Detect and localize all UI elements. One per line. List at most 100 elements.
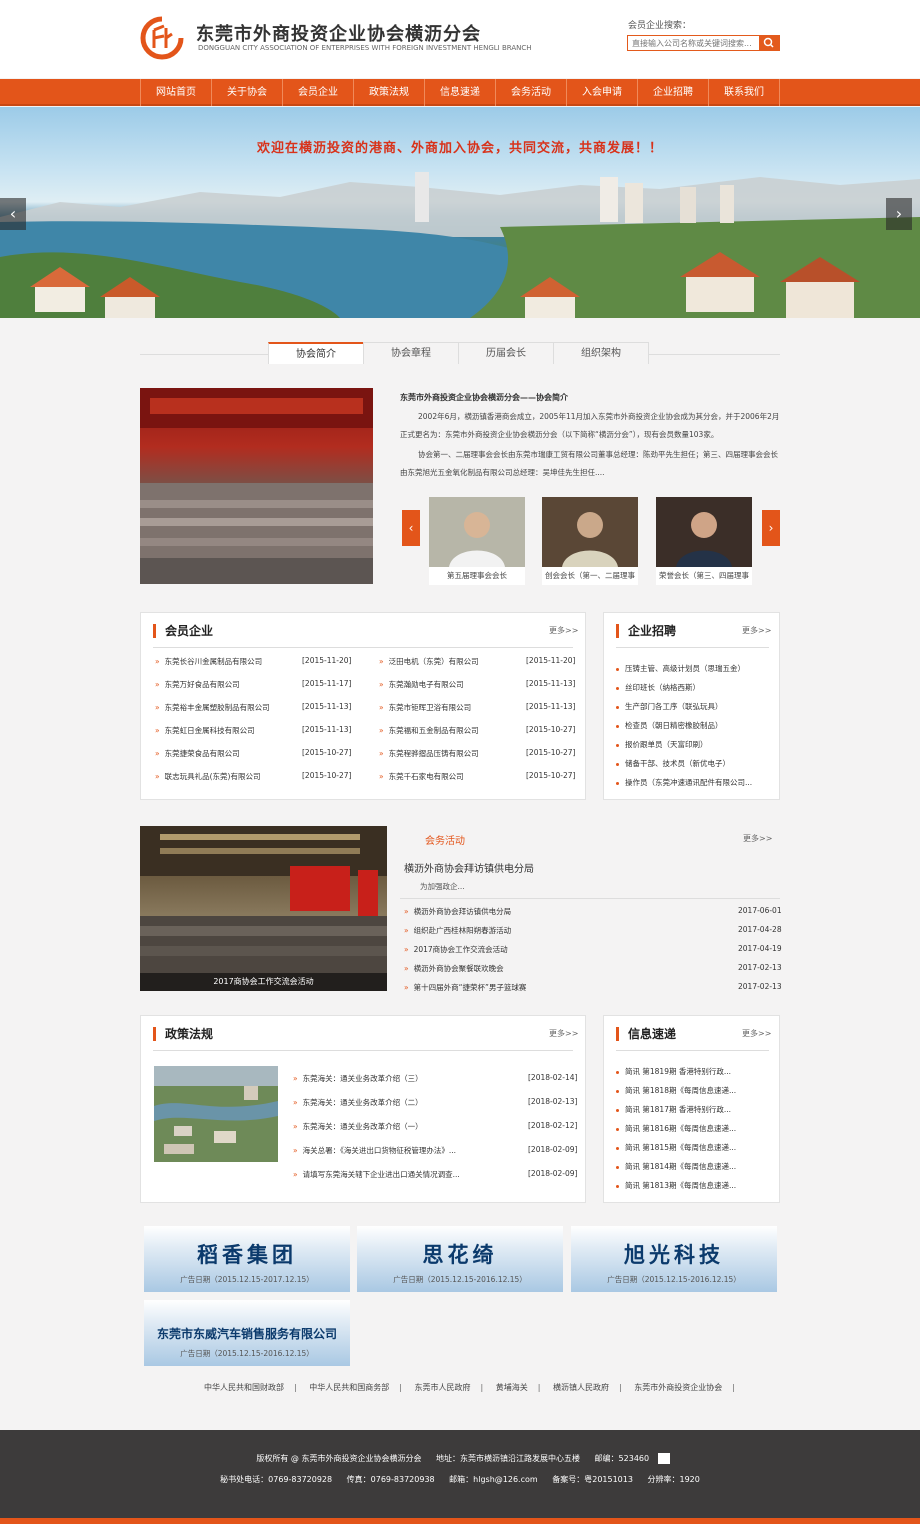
ad-name: 东莞市东威汽车销售服务有限公司 xyxy=(156,1327,337,1341)
bullet-icon xyxy=(616,1146,619,1150)
footer-resolution: 分辨率：1920 xyxy=(647,1475,700,1484)
list-item[interactable]: 简讯 第1815期《每周信息速递... xyxy=(616,1142,736,1153)
person-card[interactable]: 第五届理事会会长 xyxy=(429,497,525,585)
nav-news[interactable]: 信息速递 xyxy=(425,79,496,106)
list-item[interactable]: » 东莞千石家电有限公司 xyxy=(379,771,464,782)
item-date: [2015-11-13] xyxy=(526,702,576,711)
list-item[interactable]: » 东莞海关：通关业务改革介绍（三） xyxy=(293,1073,423,1084)
activities-more-link[interactable]: 更多>> xyxy=(743,833,772,844)
list-item[interactable]: 简讯 第1817期 香港特别行政... xyxy=(616,1104,731,1115)
tab-presidents[interactable]: 历届会长 xyxy=(458,342,554,364)
list-item[interactable]: 简讯 第1816期《每周信息速递... xyxy=(616,1123,736,1134)
list-item[interactable]: » 东莞捷荣食品有限公司 xyxy=(155,748,240,759)
list-item[interactable]: 压铸主管、高级计划员（思瑞五金） xyxy=(616,663,745,674)
policy-more-link[interactable]: 更多>> xyxy=(549,1028,578,1039)
nav-members[interactable]: 会员企业 xyxy=(283,79,354,106)
item-date: [2015-10-27] xyxy=(302,771,352,780)
item-date: [2015-11-17] xyxy=(302,679,352,688)
list-item[interactable]: » 请填写东莞海关辖下企业进出口通关情况调查... xyxy=(293,1169,460,1180)
news-more-link[interactable]: 更多>> xyxy=(742,1028,771,1039)
list-item[interactable]: 简讯 第1819期 香港特别行政... xyxy=(616,1066,731,1077)
link-item[interactable]: 中华人民共和国商务部 xyxy=(309,1383,389,1392)
bullet-icon: » xyxy=(155,772,160,781)
ad-banner[interactable]: 旭光科技 广告日期（2015.12.15-2016.12.15） xyxy=(571,1226,777,1292)
bullet-icon: » xyxy=(379,726,384,735)
list-item[interactable]: » 组织赴广西桂林阳朔春游活动 xyxy=(404,925,511,936)
conference-image xyxy=(140,826,387,991)
bullet-icon: » xyxy=(155,726,160,735)
person-card[interactable]: 创会会长（第一、二届理事 xyxy=(542,497,638,585)
tab-structure[interactable]: 组织架构 xyxy=(553,342,649,364)
people-next-button[interactable]: › xyxy=(762,510,780,546)
banner-prev-button[interactable]: ‹ xyxy=(0,198,26,230)
search-button[interactable] xyxy=(759,36,779,50)
nav-jobs[interactable]: 企业招聘 xyxy=(638,79,709,106)
list-item[interactable]: » 东莞福和五金制品有限公司 xyxy=(379,725,479,736)
list-item[interactable]: 报价跟单员（天富印刷） xyxy=(616,739,708,750)
list-item[interactable]: » 东莞程骅摺品压铸有限公司 xyxy=(379,748,479,759)
list-item[interactable]: 简讯 第1818期《每周信息速递... xyxy=(616,1085,736,1096)
bullet-icon xyxy=(616,1070,619,1074)
list-item[interactable]: 检查员（朝日精密橡胶制品） xyxy=(616,720,723,731)
activity-photo[interactable]: 2017商协会工作交流会活动 xyxy=(140,826,387,991)
list-item[interactable]: » 东莞裕丰金属塑胶制品有限公司 xyxy=(155,702,270,713)
members-more-link[interactable]: 更多>> xyxy=(549,625,578,636)
ad-banner[interactable]: 稻香集团 广告日期（2015.12.15-2017.12.15） xyxy=(144,1226,350,1292)
bullet-icon: » xyxy=(155,680,160,689)
list-item[interactable]: » 东莞万好食品有限公司 xyxy=(155,679,240,690)
stats-icon[interactable] xyxy=(657,1453,670,1464)
link-item[interactable]: 中华人民共和国财政部 xyxy=(204,1383,284,1392)
link-item[interactable]: 黄埔海关 xyxy=(496,1383,528,1392)
list-item[interactable]: » 东莞瀚勋电子有限公司 xyxy=(379,679,464,690)
tab-charter[interactable]: 协会章程 xyxy=(363,342,459,364)
nav-activities[interactable]: 会务活动 xyxy=(496,79,567,106)
link-item[interactable]: 东莞市外商投资企业协会 xyxy=(634,1383,722,1392)
list-item[interactable]: 简讯 第1813期《每周信息速递... xyxy=(616,1180,736,1191)
activities-headline[interactable]: 横沥外商协会拜访镇供电分局 xyxy=(404,860,534,875)
person-card[interactable]: 荣誉会长（第三、四届理事 xyxy=(656,497,752,585)
intro-paragraph-1: 2002年6月，横沥镇香港商会成立，2005年11月加入东莞市外商投资企业协会成… xyxy=(400,412,780,439)
people-prev-button[interactable]: ‹ xyxy=(402,510,420,546)
list-item[interactable]: » 海关总署：《海关进出口货物征税管理办法》... xyxy=(293,1145,456,1156)
ad-name: 旭光科技 xyxy=(624,1242,724,1267)
nav-about[interactable]: 关于协会 xyxy=(212,79,283,106)
list-item[interactable]: » 2017商协会工作交流会活动 xyxy=(404,944,508,955)
intro-paragraph-2: 协会第一、二届理事会会长由东莞市瑞康工贸有限公司董事总经理：陈劲平先生担任；第三… xyxy=(400,450,778,477)
list-item[interactable]: » 联志玩具礼品(东莞)有限公司 xyxy=(155,771,260,782)
logo-icon[interactable] xyxy=(140,16,184,60)
list-item[interactable]: » 横沥外商协会聚餐联欢晚会 xyxy=(404,963,504,974)
list-item[interactable]: 丝印班长（纳格西斯） xyxy=(616,682,700,693)
nav-policy[interactable]: 政策法规 xyxy=(354,79,425,106)
list-item[interactable]: 操作员（东莞冲速通讯配件有限公司... xyxy=(616,777,752,788)
item-date: 2017-02-13 xyxy=(738,963,782,972)
tab-intro[interactable]: 协会简介 xyxy=(268,342,364,364)
panel-divider xyxy=(153,647,573,648)
banner-next-button[interactable]: › xyxy=(886,198,912,230)
link-item[interactable]: 东莞市人民政府 xyxy=(415,1383,471,1392)
jobs-more-link[interactable]: 更多>> xyxy=(742,625,771,636)
list-item[interactable]: 生产部门各工序（联弘玩具） xyxy=(616,701,723,712)
list-item[interactable]: » 东莞市钜晖卫浴有限公司 xyxy=(379,702,471,713)
list-item[interactable]: » 横沥外商协会拜访镇供电分局 xyxy=(404,906,511,917)
link-item[interactable]: 横沥镇人民政府 xyxy=(553,1383,609,1392)
list-item[interactable]: » 泛田电机（东莞）有限公司 xyxy=(379,656,479,667)
list-item[interactable]: » 第十四届外商“捷荣杯”男子篮球赛 xyxy=(404,982,526,993)
ad-banner[interactable]: 东莞市东威汽车销售服务有限公司 广告日期（2015.12.15-2016.12.… xyxy=(144,1300,350,1366)
bullet-icon xyxy=(616,667,619,671)
nav-contact[interactable]: 联系我们 xyxy=(709,79,780,106)
list-item[interactable]: » 东莞虹日金属科技有限公司 xyxy=(155,725,255,736)
ad-banner[interactable]: 思花绮 广告日期（2015.12.15-2016.12.15） xyxy=(357,1226,563,1292)
list-item[interactable]: » 东莞长谷川金属制品有限公司 xyxy=(155,656,262,667)
site-title: 东莞市外商投资企业协会横沥分会 xyxy=(196,24,481,45)
ad-date: 广告日期（2015.12.15-2016.12.15） xyxy=(180,1349,314,1358)
members-panel: 会员企业 更多>> » 东莞长谷川金属制品有限公司 [2015-11-20] » 东… xyxy=(140,612,586,800)
nav-join[interactable]: 入会申请 xyxy=(567,79,638,106)
item-date: [2015-10-27] xyxy=(526,748,576,757)
list-item[interactable]: » 东莞海关：通关业务改革介绍（二） xyxy=(293,1097,423,1108)
search-label: 会员企业搜索： xyxy=(628,21,692,31)
list-item[interactable]: 储备干部、技术员（新优电子） xyxy=(616,758,730,769)
list-item[interactable]: 简讯 第1814期《每周信息速递... xyxy=(616,1161,736,1172)
search-input[interactable] xyxy=(628,36,760,50)
nav-home[interactable]: 网站首页 xyxy=(140,79,212,106)
list-item[interactable]: » 东莞海关：通关业务改革介绍（一） xyxy=(293,1121,423,1132)
